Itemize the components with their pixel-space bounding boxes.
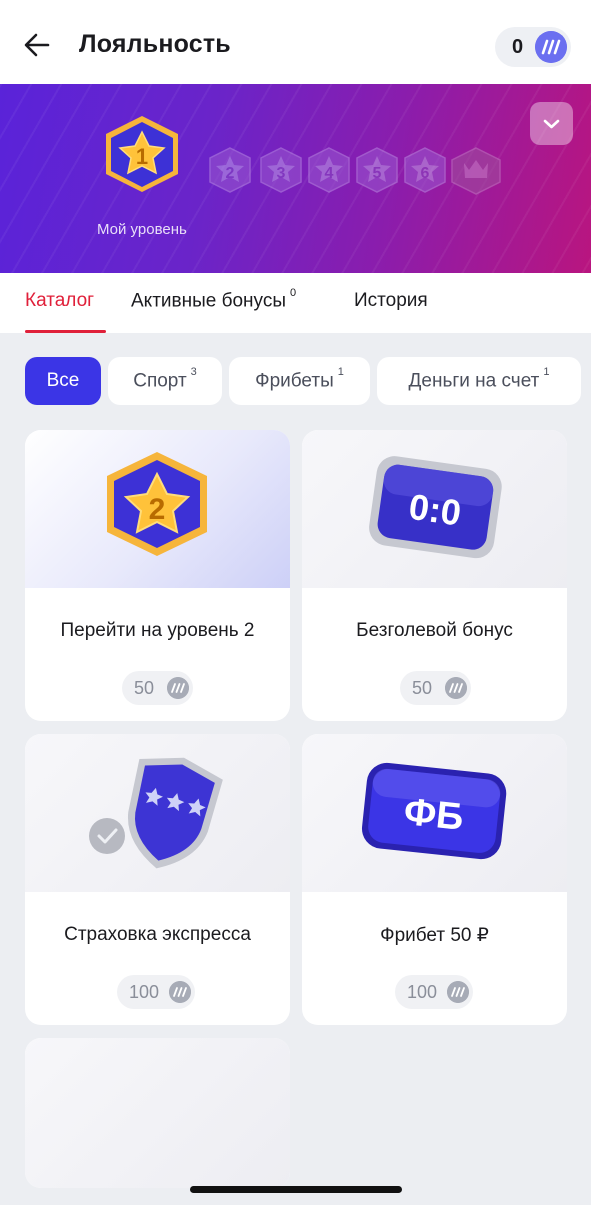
filter-count: 1: [543, 366, 550, 378]
price-badge: 50: [122, 671, 193, 705]
balance-badge[interactable]: 0: [495, 27, 571, 67]
card-image: 2: [25, 430, 290, 588]
arrow-left-icon[interactable]: [22, 30, 52, 60]
bonus-card[interactable]: ФБ Фрибет 50 ₽ 100: [302, 734, 567, 1025]
tab-catalog[interactable]: Каталог: [25, 290, 94, 312]
level-3-locked: 3: [260, 147, 302, 193]
level-label: 5: [373, 165, 382, 182]
loyalty-coin-icon: [167, 677, 189, 699]
tab-active-bonuses[interactable]: Активные бонусы 0: [131, 287, 297, 312]
card-title: Безголевой бонус: [356, 620, 513, 641]
tab-active-bonuses-count: 0: [290, 287, 297, 299]
crown-icon: [451, 147, 501, 195]
card-image: [25, 1038, 290, 1188]
filter-chip-money[interactable]: Деньги на счет 1: [377, 357, 581, 405]
filter-count: 1: [337, 366, 344, 378]
tab-bar: Каталог Активные бонусы 0 История: [0, 273, 591, 333]
price-value: 100: [129, 982, 160, 1002]
price-value: 50: [412, 678, 433, 698]
svg-text:2: 2: [149, 493, 166, 526]
card-title: Фрибет 50 ₽: [380, 925, 489, 946]
filter-chip-sport[interactable]: Спорт 3: [108, 357, 222, 405]
app-header: Лояльность 0: [0, 0, 591, 84]
filter-chip-freebets[interactable]: Фрибеты 1: [229, 357, 370, 405]
my-level-label: Мой уровень: [97, 221, 187, 238]
filter-label: Спорт: [133, 370, 187, 392]
level-5-locked: 5: [356, 147, 398, 193]
card-image: [25, 734, 290, 892]
current-level-number: 1: [136, 144, 148, 169]
tab-history[interactable]: История: [354, 290, 428, 312]
home-indicator: [190, 1186, 402, 1193]
tab-history-label: История: [354, 290, 428, 311]
tab-active-bonuses-label: Активные бонусы: [131, 290, 286, 312]
loyalty-coin-icon: [535, 31, 567, 63]
tab-catalog-label: Каталог: [25, 290, 95, 311]
level-6-locked: 6: [404, 147, 446, 193]
score-0-0-icon: 0:0: [369, 456, 502, 559]
level-label: 6: [421, 165, 430, 182]
chevron-down-icon[interactable]: [530, 102, 573, 145]
tab-active-indicator: [25, 330, 106, 333]
price-badge: 50: [400, 671, 471, 705]
level-2-locked: 2: [209, 147, 251, 193]
price-value: 100: [407, 982, 438, 1002]
level-progress: 1 2 3 4 5 6: [106, 116, 501, 195]
loyalty-coin-icon: [169, 981, 191, 1003]
level-2-badge-icon: 2: [107, 452, 207, 556]
score-text: 0:0: [406, 486, 463, 534]
price-badge: 100: [117, 975, 195, 1009]
insurance-shield-icon: [89, 757, 223, 869]
loyalty-coin-icon: [445, 677, 467, 699]
filter-chip-all[interactable]: Все: [25, 357, 101, 405]
current-level-badge[interactable]: 1: [106, 116, 178, 192]
bonus-card[interactable]: 2 Перейти на уровень 2 50: [25, 430, 290, 721]
balance-value: 0: [512, 36, 524, 58]
filter-count: 3: [190, 366, 197, 378]
loyalty-coin-icon: [447, 981, 469, 1003]
bonus-card[interactable]: 0:0 Безголевой бонус 50: [302, 430, 567, 721]
level-banner: 1 2 3 4 5 6 Мой уровень: [0, 84, 591, 273]
locked-levels: 2 3 4 5 6: [209, 147, 501, 195]
page-title: Лояльность: [79, 30, 231, 58]
level-label: 3: [277, 165, 286, 182]
bonus-card-placeholder[interactable]: [25, 1038, 290, 1188]
level-label: 4: [325, 165, 334, 182]
filter-label: Все: [46, 370, 80, 391]
level-4-locked: 4: [308, 147, 350, 193]
filter-label: Фрибеты: [255, 370, 334, 392]
card-title: Страховка экспресса: [64, 924, 251, 945]
freebet-text: ФБ: [402, 791, 466, 839]
price-value: 50: [134, 678, 155, 698]
card-title: Перейти на уровень 2: [60, 620, 255, 641]
bonus-card[interactable]: Страховка экспресса 100: [25, 734, 290, 1025]
filter-label: Деньги на счет: [408, 370, 540, 392]
card-image: ФБ: [302, 734, 567, 892]
price-badge: 100: [395, 975, 473, 1009]
card-image: 0:0: [302, 430, 567, 588]
freebet-icon: ФБ: [361, 762, 507, 860]
level-label: 2: [226, 165, 235, 182]
